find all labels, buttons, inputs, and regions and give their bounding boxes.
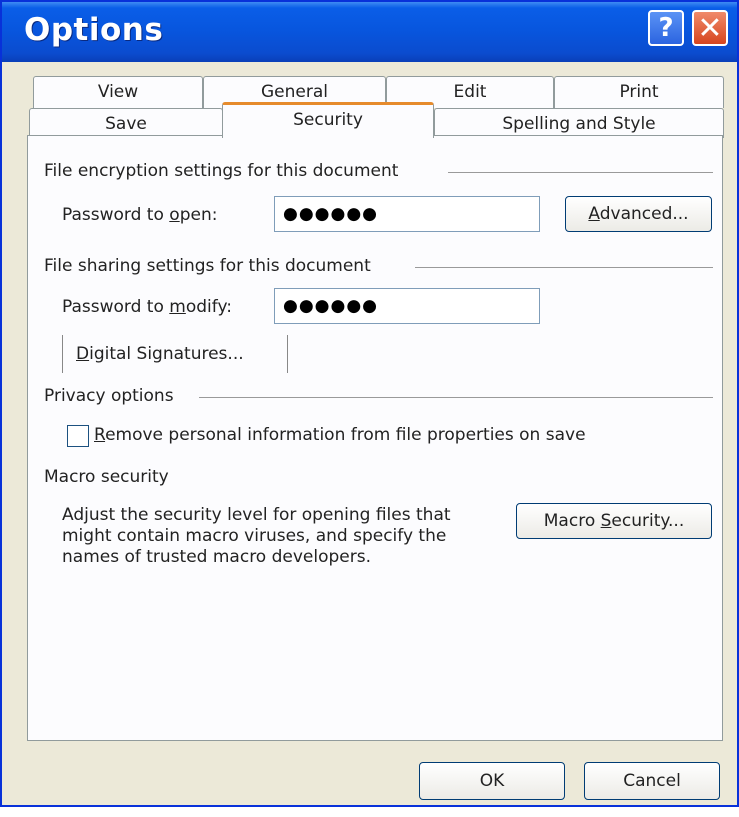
close-button[interactable]: ✕: [692, 10, 728, 46]
macro-group-heading: Macro security: [44, 467, 169, 487]
remove-personal-info-checkbox[interactable]: [67, 425, 89, 447]
window-title: Options: [24, 12, 164, 48]
macro-security-button[interactable]: Macro Security...: [516, 503, 712, 539]
encryption-group-heading: File encryption settings for this docume…: [44, 161, 399, 181]
privacy-group-heading: Privacy options: [44, 386, 174, 406]
macro-description: Adjust the security level for opening fi…: [62, 505, 451, 567]
cancel-button[interactable]: Cancel: [584, 762, 720, 800]
title-bar[interactable]: Options ? ✕: [2, 2, 737, 62]
close-icon: ✕: [697, 10, 723, 46]
sharing-separator: [415, 267, 713, 268]
help-icon: ?: [658, 13, 674, 43]
advanced-button[interactable]: Advanced...: [565, 196, 712, 232]
tab-view[interactable]: View: [33, 76, 203, 108]
sharing-group-heading: File sharing settings for this document: [44, 256, 371, 276]
remove-personal-info-label[interactable]: Remove personal information from file pr…: [94, 425, 586, 445]
digital-signatures-label: Digital Signatures...: [76, 344, 244, 364]
tab-spelling-and-style[interactable]: Spelling and Style: [434, 108, 724, 138]
password-to-open-label: Password to open:: [62, 205, 218, 225]
tab-security[interactable]: Security: [222, 102, 434, 138]
password-to-modify-label: Password to modify:: [62, 297, 232, 317]
password-to-open-field[interactable]: ●●●●●●: [274, 196, 540, 232]
help-button[interactable]: ?: [648, 10, 684, 46]
encryption-separator: [448, 172, 713, 173]
tab-print[interactable]: Print: [554, 76, 724, 108]
password-to-modify-field[interactable]: ●●●●●●: [274, 288, 540, 324]
ok-button[interactable]: OK: [419, 762, 565, 800]
privacy-separator: [199, 397, 713, 398]
tab-save[interactable]: Save: [29, 108, 223, 138]
